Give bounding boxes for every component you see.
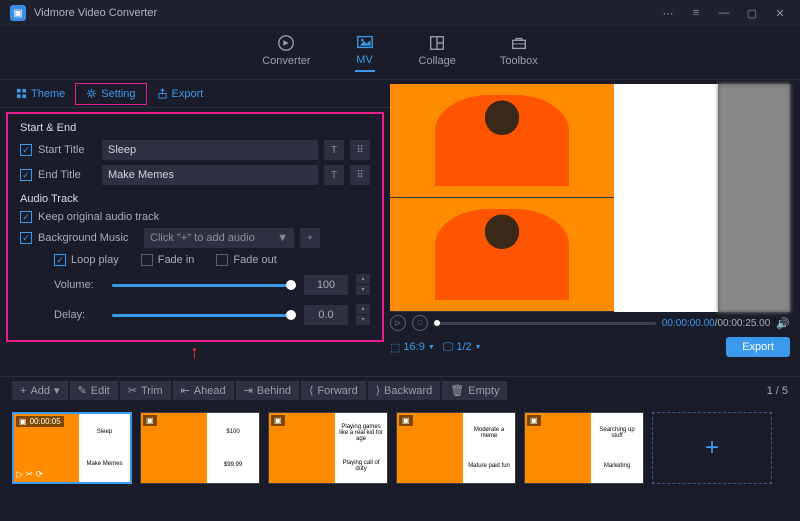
nav-toolbox[interactable]: Toolbox <box>500 34 538 71</box>
progress-bar[interactable] <box>434 322 656 325</box>
thumb-duration: ▣ 00:00:05 <box>16 416 64 427</box>
thumb-badge-icon: ▣ <box>271 415 285 426</box>
tab-setting[interactable]: Setting <box>75 83 146 105</box>
nav-mv[interactable]: MV <box>355 33 375 72</box>
maximize-icon[interactable]: ▢ <box>742 5 762 21</box>
thumbnail[interactable]: ▣ $100$99.99 <box>140 412 260 484</box>
nav-collage[interactable]: Collage <box>419 34 456 71</box>
bg-music-label: Background Music <box>38 232 138 244</box>
thumb-badge-icon: ▣ <box>143 415 157 426</box>
thumbnail[interactable]: ▣ Moderate a memeMature paid fun <box>396 412 516 484</box>
end-title-label: End Title <box>38 169 96 181</box>
delay-label: Delay: <box>54 309 104 321</box>
text-position-icon[interactable]: ⠿ <box>350 140 370 160</box>
backward-button[interactable]: ⟩ Backward <box>368 381 441 400</box>
keep-audio-checkbox[interactable] <box>20 211 32 223</box>
start-title-checkbox[interactable] <box>20 144 32 156</box>
toolbox-icon <box>509 34 529 52</box>
delay-slider[interactable] <box>112 314 296 317</box>
theme-icon <box>16 88 27 99</box>
minimize-icon[interactable]: — <box>714 5 734 21</box>
keep-audio-label: Keep original audio track <box>38 211 159 223</box>
collage-icon <box>427 34 447 52</box>
start-title-input[interactable] <box>102 140 318 160</box>
add-button[interactable]: + Add ▾ <box>12 381 68 400</box>
nav-converter[interactable]: Converter <box>262 34 310 71</box>
volume-stepper[interactable]: ▴▾ <box>356 274 370 296</box>
thumb-actions[interactable]: ▷ ✂ ⟳ <box>16 469 43 480</box>
export-icon <box>157 88 168 99</box>
tab-theme[interactable]: Theme <box>6 83 75 105</box>
thumbnail[interactable]: ▣ Playing games like a real kid for ageP… <box>268 412 388 484</box>
thumbnail[interactable]: ▣ Searching up stuffMarketing <box>524 412 644 484</box>
delay-value[interactable]: 0.0 <box>304 305 348 325</box>
app-title: Vidmore Video Converter <box>34 7 157 19</box>
thumb-badge-icon: ▣ <box>527 415 541 426</box>
volume-value[interactable]: 100 <box>304 275 348 295</box>
thumbnail[interactable]: ▣ 00:00:05 ✕ SleepMake Memes ▷ ✂ ⟳ <box>12 412 132 484</box>
settings-panel: Start & End Start Title T ⠿ End Title T … <box>6 112 384 342</box>
edit-button[interactable]: ✎ Edit <box>70 381 118 400</box>
setting-icon <box>86 88 97 99</box>
ahead-button[interactable]: ⇤ Ahead <box>173 381 234 400</box>
mv-icon <box>355 33 375 51</box>
stop-button[interactable]: □ <box>412 315 428 331</box>
annotation-arrow: ↑ <box>190 342 580 363</box>
text-style-icon[interactable]: T <box>324 140 344 160</box>
time-display: 00:00:00.00/00:00:25.00 <box>662 318 770 329</box>
menu-icon[interactable]: ≡ <box>686 5 706 21</box>
end-title-checkbox[interactable] <box>20 169 32 181</box>
thumb-badge-icon: ▣ <box>399 415 413 426</box>
empty-button[interactable]: 🗑 Empty <box>442 381 507 400</box>
trim-button[interactable]: ✂ Trim <box>120 381 171 400</box>
delay-stepper[interactable]: ▴▾ <box>356 304 370 326</box>
app-logo: ▣ <box>10 5 26 21</box>
feedback-icon[interactable]: ⋯ <box>658 5 678 21</box>
section-audio: Audio Track <box>20 193 370 205</box>
converter-icon <box>276 34 296 52</box>
volume-icon[interactable]: 🔊 <box>776 317 790 330</box>
add-clip-button[interactable]: + <box>652 412 772 484</box>
export-button[interactable]: Export <box>726 337 790 357</box>
start-title-label: Start Title <box>38 144 96 156</box>
preview-video <box>390 84 790 312</box>
tab-export[interactable]: Export <box>147 83 214 105</box>
add-audio-button[interactable]: + <box>300 228 320 248</box>
volume-slider[interactable] <box>112 284 296 287</box>
chevron-down-icon: ▼ <box>277 232 288 244</box>
volume-label: Volume: <box>54 279 104 291</box>
text-style-icon[interactable]: T <box>324 165 344 185</box>
fade-in-checkbox[interactable] <box>141 254 153 266</box>
close-icon[interactable]: ✕ <box>770 5 790 21</box>
forward-button[interactable]: ⟨ Forward <box>301 381 366 400</box>
bg-music-dropdown[interactable]: Click "+" to add audio ▼ <box>144 228 294 248</box>
play-button[interactable]: ▷ <box>390 315 406 331</box>
loop-play-checkbox[interactable] <box>54 254 66 266</box>
clip-count: 1 / 5 <box>767 385 788 397</box>
fade-out-checkbox[interactable] <box>216 254 228 266</box>
thumb-remove-button[interactable]: ✕ <box>114 416 128 430</box>
section-start-end: Start & End <box>20 122 370 134</box>
behind-button[interactable]: ⇥ Behind <box>236 381 299 400</box>
end-title-input[interactable] <box>102 165 318 185</box>
bg-music-checkbox[interactable] <box>20 232 32 244</box>
text-position-icon[interactable]: ⠿ <box>350 165 370 185</box>
